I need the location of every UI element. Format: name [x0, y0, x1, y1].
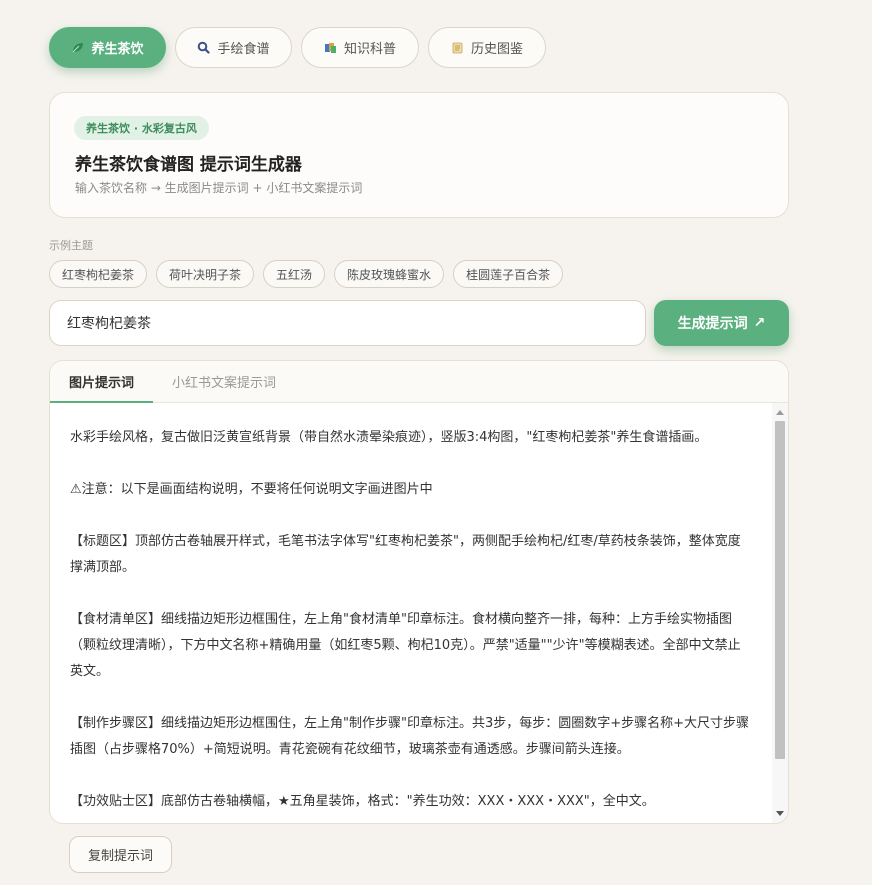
output-panel: 图片提示词 小红书文案提示词 水彩手绘风格，复古做旧泛黄宣纸背景（带自然水渍晕染… [49, 360, 789, 824]
tab-label: 知识科普 [343, 42, 396, 57]
scrollbar[interactable] [772, 403, 788, 823]
arrow-up-right-icon: ↗ [753, 315, 766, 331]
prompt-paragraph: 【食材清单区】细线描边矩形边框围住，左上角"食材清单"印章标注。食材横向整齐一排… [70, 612, 741, 679]
tab-label: 养生茶饮 [91, 42, 144, 57]
examples-label: 示例主题 [49, 239, 93, 252]
generate-button[interactable]: 生成提示词 ↗ [654, 300, 789, 346]
tab-tea-drinks[interactable]: 养生茶饮 [49, 27, 166, 68]
output-tab-bar: 图片提示词 小红书文案提示词 [50, 361, 788, 403]
tab-xiaohongshu-prompt[interactable]: 小红书文案提示词 [153, 361, 295, 402]
example-chip[interactable]: 红枣枸杞姜茶 [49, 260, 148, 288]
top-tab-bar: 养生茶饮 手绘食谱 知识科普 历史图鉴 [49, 27, 546, 68]
scrollbar-thumb[interactable] [775, 421, 785, 759]
tab-image-prompt[interactable]: 图片提示词 [50, 361, 154, 403]
page-title: 养生茶饮食谱图 提示词生成器 [75, 155, 302, 175]
copy-prompt-button[interactable]: 复制提示词 [69, 836, 172, 873]
example-chip[interactable]: 陈皮玫瑰蜂蜜水 [334, 260, 445, 288]
tea-name-input[interactable]: 红枣枸杞姜茶 [49, 300, 646, 346]
search-icon [197, 41, 211, 54]
scroll-up-arrow-icon[interactable] [776, 410, 784, 415]
leaf-icon [71, 41, 84, 54]
prompt-paragraph: 【标题区】顶部仿古卷轴展开样式，毛笔书法字体写"红枣枸杞姜茶"，两侧配手绘枸杞/… [70, 534, 741, 575]
example-chip[interactable]: 桂圆莲子百合茶 [453, 260, 564, 288]
tab-label: 手绘食谱 [217, 42, 270, 57]
example-chip[interactable]: 荷叶决明子茶 [156, 260, 255, 288]
scroll-icon [451, 41, 464, 54]
books-icon [324, 41, 337, 54]
input-value: 红枣枸杞姜茶 [67, 316, 151, 332]
prompt-paragraph: ⚠注意：以下是画面结构说明，不要将任何说明文字画进图片中 [70, 482, 433, 497]
header-card: 养生茶饮 · 水彩复古风 养生茶饮食谱图 提示词生成器 输入茶饮名称 → 生成图… [49, 92, 789, 218]
prompt-paragraph: 水彩手绘风格，复古做旧泛黄宣纸背景（带自然水渍晕染痕迹），竖版3:4构图，"红枣… [70, 430, 708, 445]
example-chip[interactable]: 五红汤 [263, 260, 326, 288]
prompt-paragraph: 【功效贴士区】底部仿古卷轴横幅，★五角星装饰，格式："养生功效：XXX・XXX・… [70, 794, 655, 809]
prompt-textarea[interactable]: 水彩手绘风格，复古做旧泛黄宣纸背景（带自然水渍晕染痕迹），竖版3:4构图，"红枣… [50, 403, 772, 823]
scroll-down-arrow-icon[interactable] [776, 811, 784, 816]
page-subtitle: 输入茶饮名称 → 生成图片提示词 + 小红书文案提示词 [75, 181, 363, 195]
example-chips: 红枣枸杞姜茶 荷叶决明子茶 五红汤 陈皮玫瑰蜂蜜水 桂圆莲子百合茶 [49, 260, 564, 288]
category-badge: 养生茶饮 · 水彩复古风 [74, 116, 209, 140]
tab-knowledge[interactable]: 知识科普 [301, 27, 419, 68]
tab-history[interactable]: 历史图鉴 [428, 27, 546, 68]
prompt-paragraph: 【制作步骤区】细线描边矩形边框围住，左上角"制作步骤"印章标注。共3步，每步：圆… [70, 716, 750, 757]
generate-button-label: 生成提示词 [677, 316, 748, 332]
tab-handdrawn-recipe[interactable]: 手绘食谱 [175, 27, 292, 68]
app-root: 养生茶饮 手绘食谱 知识科普 历史图鉴 养生茶饮 · 水彩复古风 养生茶饮食谱图… [0, 0, 872, 885]
tab-label: 历史图鉴 [470, 42, 523, 57]
